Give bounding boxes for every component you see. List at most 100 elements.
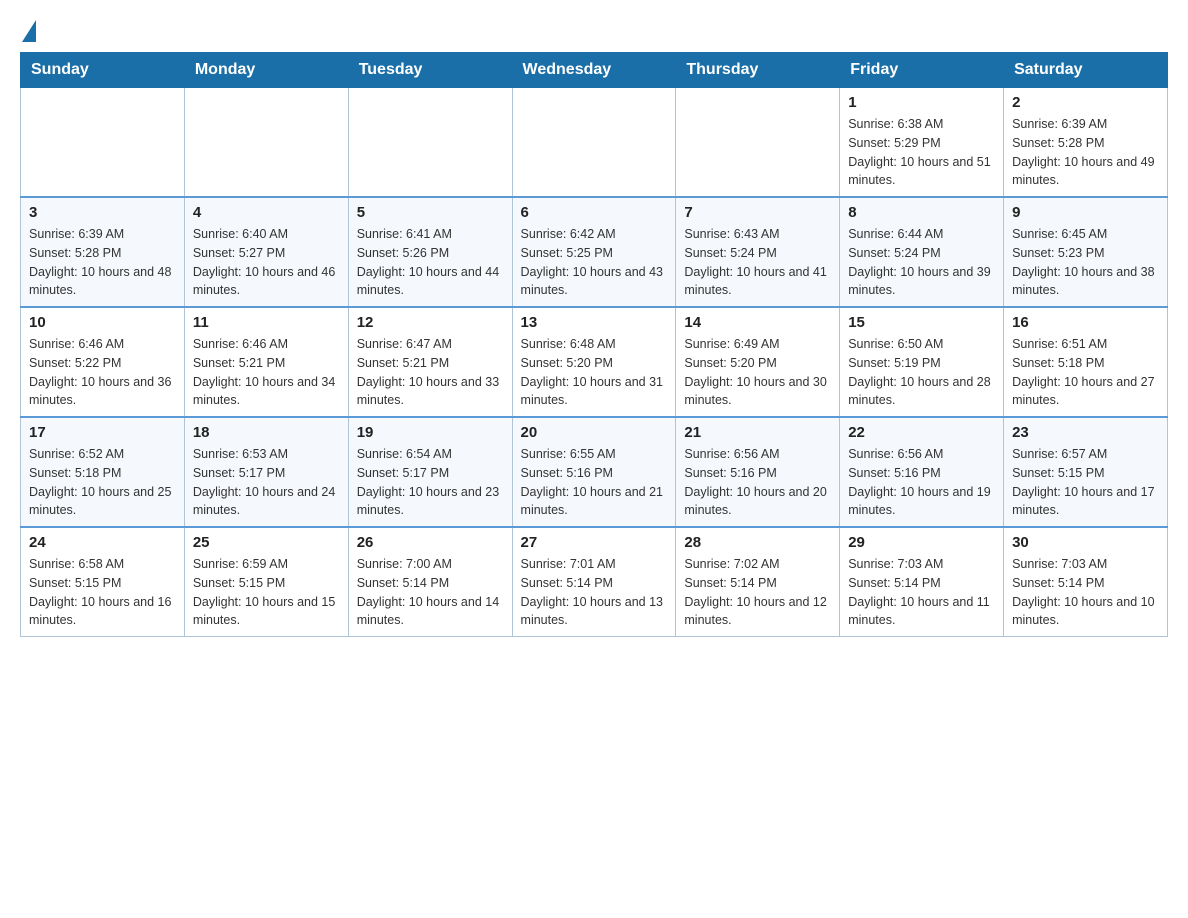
calendar-cell: 23 Sunrise: 6:57 AMSunset: 5:15 PMDayligh… — [1004, 417, 1168, 527]
day-number: 12 — [357, 314, 504, 331]
day-number: 4 — [193, 204, 340, 221]
calendar-cell: 16 Sunrise: 6:51 AMSunset: 5:18 PMDayligh… — [1004, 307, 1168, 417]
day-number: 25 — [193, 534, 340, 551]
calendar-cell: 30 Sunrise: 7:03 AMSunset: 5:14 PMDayligh… — [1004, 527, 1168, 637]
day-number: 13 — [521, 314, 668, 331]
day-info: Sunrise: 6:41 AMSunset: 5:26 PMDaylight:… — [357, 225, 504, 300]
calendar-cell — [184, 88, 348, 198]
day-number: 24 — [29, 534, 176, 551]
day-info: Sunrise: 6:51 AMSunset: 5:18 PMDaylight:… — [1012, 335, 1159, 410]
day-number: 27 — [521, 534, 668, 551]
day-info: Sunrise: 6:38 AMSunset: 5:29 PMDaylight:… — [848, 115, 995, 190]
day-number: 30 — [1012, 534, 1159, 551]
calendar-cell: 6 Sunrise: 6:42 AMSunset: 5:25 PMDaylight… — [512, 197, 676, 307]
day-of-week-header: Monday — [184, 53, 348, 88]
day-number: 8 — [848, 204, 995, 221]
day-info: Sunrise: 6:46 AMSunset: 5:21 PMDaylight:… — [193, 335, 340, 410]
logo-triangle-icon — [22, 20, 36, 42]
calendar-cell: 18 Sunrise: 6:53 AMSunset: 5:17 PMDayligh… — [184, 417, 348, 527]
day-number: 2 — [1012, 94, 1159, 111]
day-number: 5 — [357, 204, 504, 221]
calendar-cell: 1 Sunrise: 6:38 AMSunset: 5:29 PMDaylight… — [840, 88, 1004, 198]
day-info: Sunrise: 6:39 AMSunset: 5:28 PMDaylight:… — [29, 225, 176, 300]
day-number: 29 — [848, 534, 995, 551]
calendar-week-row: 3 Sunrise: 6:39 AMSunset: 5:28 PMDaylight… — [21, 197, 1168, 307]
calendar-cell — [21, 88, 185, 198]
day-of-week-header: Sunday — [21, 53, 185, 88]
day-number: 23 — [1012, 424, 1159, 441]
day-info: Sunrise: 6:43 AMSunset: 5:24 PMDaylight:… — [684, 225, 831, 300]
day-info: Sunrise: 6:56 AMSunset: 5:16 PMDaylight:… — [848, 445, 995, 520]
calendar-week-row: 10 Sunrise: 6:46 AMSunset: 5:22 PMDayligh… — [21, 307, 1168, 417]
day-number: 15 — [848, 314, 995, 331]
day-info: Sunrise: 7:00 AMSunset: 5:14 PMDaylight:… — [357, 555, 504, 630]
day-number: 28 — [684, 534, 831, 551]
day-of-week-header: Thursday — [676, 53, 840, 88]
calendar-cell — [512, 88, 676, 198]
calendar-cell: 13 Sunrise: 6:48 AMSunset: 5:20 PMDayligh… — [512, 307, 676, 417]
day-info: Sunrise: 6:45 AMSunset: 5:23 PMDaylight:… — [1012, 225, 1159, 300]
day-number: 9 — [1012, 204, 1159, 221]
day-info: Sunrise: 6:50 AMSunset: 5:19 PMDaylight:… — [848, 335, 995, 410]
calendar-week-row: 1 Sunrise: 6:38 AMSunset: 5:29 PMDaylight… — [21, 88, 1168, 198]
calendar-cell: 8 Sunrise: 6:44 AMSunset: 5:24 PMDaylight… — [840, 197, 1004, 307]
calendar-cell: 22 Sunrise: 6:56 AMSunset: 5:16 PMDayligh… — [840, 417, 1004, 527]
day-info: Sunrise: 6:57 AMSunset: 5:15 PMDaylight:… — [1012, 445, 1159, 520]
day-number: 17 — [29, 424, 176, 441]
calendar-cell: 24 Sunrise: 6:58 AMSunset: 5:15 PMDayligh… — [21, 527, 185, 637]
calendar-week-row: 24 Sunrise: 6:58 AMSunset: 5:15 PMDayligh… — [21, 527, 1168, 637]
day-number: 6 — [521, 204, 668, 221]
day-number: 16 — [1012, 314, 1159, 331]
calendar-header-row: SundayMondayTuesdayWednesdayThursdayFrid… — [21, 53, 1168, 88]
day-number: 21 — [684, 424, 831, 441]
calendar-cell: 14 Sunrise: 6:49 AMSunset: 5:20 PMDayligh… — [676, 307, 840, 417]
day-info: Sunrise: 6:46 AMSunset: 5:22 PMDaylight:… — [29, 335, 176, 410]
calendar-cell: 19 Sunrise: 6:54 AMSunset: 5:17 PMDayligh… — [348, 417, 512, 527]
calendar-cell: 29Sunrise: 7:03 AMSunset: 5:14 PMDayligh… — [840, 527, 1004, 637]
day-number: 18 — [193, 424, 340, 441]
day-number: 10 — [29, 314, 176, 331]
day-number: 22 — [848, 424, 995, 441]
calendar-cell: 9 Sunrise: 6:45 AMSunset: 5:23 PMDaylight… — [1004, 197, 1168, 307]
calendar-cell: 21Sunrise: 6:56 AMSunset: 5:16 PMDayligh… — [676, 417, 840, 527]
day-of-week-header: Tuesday — [348, 53, 512, 88]
day-info: Sunrise: 7:01 AMSunset: 5:14 PMDaylight:… — [521, 555, 668, 630]
calendar-cell — [676, 88, 840, 198]
day-info: Sunrise: 6:58 AMSunset: 5:15 PMDaylight:… — [29, 555, 176, 630]
day-info: Sunrise: 6:40 AMSunset: 5:27 PMDaylight:… — [193, 225, 340, 300]
day-info: Sunrise: 6:54 AMSunset: 5:17 PMDaylight:… — [357, 445, 504, 520]
day-number: 11 — [193, 314, 340, 331]
day-info: Sunrise: 6:48 AMSunset: 5:20 PMDaylight:… — [521, 335, 668, 410]
day-info: Sunrise: 6:59 AMSunset: 5:15 PMDaylight:… — [193, 555, 340, 630]
calendar-cell: 12Sunrise: 6:47 AMSunset: 5:21 PMDayligh… — [348, 307, 512, 417]
day-info: Sunrise: 6:53 AMSunset: 5:17 PMDaylight:… — [193, 445, 340, 520]
day-of-week-header: Saturday — [1004, 53, 1168, 88]
day-info: Sunrise: 6:52 AMSunset: 5:18 PMDaylight:… — [29, 445, 176, 520]
calendar-cell: 17 Sunrise: 6:52 AMSunset: 5:18 PMDayligh… — [21, 417, 185, 527]
calendar-cell: 20Sunrise: 6:55 AMSunset: 5:16 PMDayligh… — [512, 417, 676, 527]
calendar-cell: 11 Sunrise: 6:46 AMSunset: 5:21 PMDayligh… — [184, 307, 348, 417]
day-info: Sunrise: 6:42 AMSunset: 5:25 PMDaylight:… — [521, 225, 668, 300]
day-number: 3 — [29, 204, 176, 221]
logo — [20, 20, 38, 42]
calendar-week-row: 17 Sunrise: 6:52 AMSunset: 5:18 PMDayligh… — [21, 417, 1168, 527]
calendar-cell: 5 Sunrise: 6:41 AMSunset: 5:26 PMDaylight… — [348, 197, 512, 307]
day-number: 26 — [357, 534, 504, 551]
day-info: Sunrise: 7:03 AMSunset: 5:14 PMDaylight:… — [1012, 555, 1159, 630]
calendar-cell: 10 Sunrise: 6:46 AMSunset: 5:22 PMDayligh… — [21, 307, 185, 417]
calendar-cell: 15 Sunrise: 6:50 AMSunset: 5:19 PMDayligh… — [840, 307, 1004, 417]
day-info: Sunrise: 6:39 AMSunset: 5:28 PMDaylight:… — [1012, 115, 1159, 190]
day-number: 14 — [684, 314, 831, 331]
day-number: 20 — [521, 424, 668, 441]
page-header — [20, 20, 1168, 42]
day-number: 19 — [357, 424, 504, 441]
day-info: Sunrise: 6:49 AMSunset: 5:20 PMDaylight:… — [684, 335, 831, 410]
day-info: Sunrise: 6:44 AMSunset: 5:24 PMDaylight:… — [848, 225, 995, 300]
day-number: 1 — [848, 94, 995, 111]
calendar-cell: 4 Sunrise: 6:40 AMSunset: 5:27 PMDaylight… — [184, 197, 348, 307]
calendar-cell: 26 Sunrise: 7:00 AMSunset: 5:14 PMDayligh… — [348, 527, 512, 637]
calendar-cell: 2 Sunrise: 6:39 AMSunset: 5:28 PMDaylight… — [1004, 88, 1168, 198]
calendar-cell: 3 Sunrise: 6:39 AMSunset: 5:28 PMDaylight… — [21, 197, 185, 307]
calendar-cell — [348, 88, 512, 198]
day-info: Sunrise: 7:02 AMSunset: 5:14 PMDaylight:… — [684, 555, 831, 630]
